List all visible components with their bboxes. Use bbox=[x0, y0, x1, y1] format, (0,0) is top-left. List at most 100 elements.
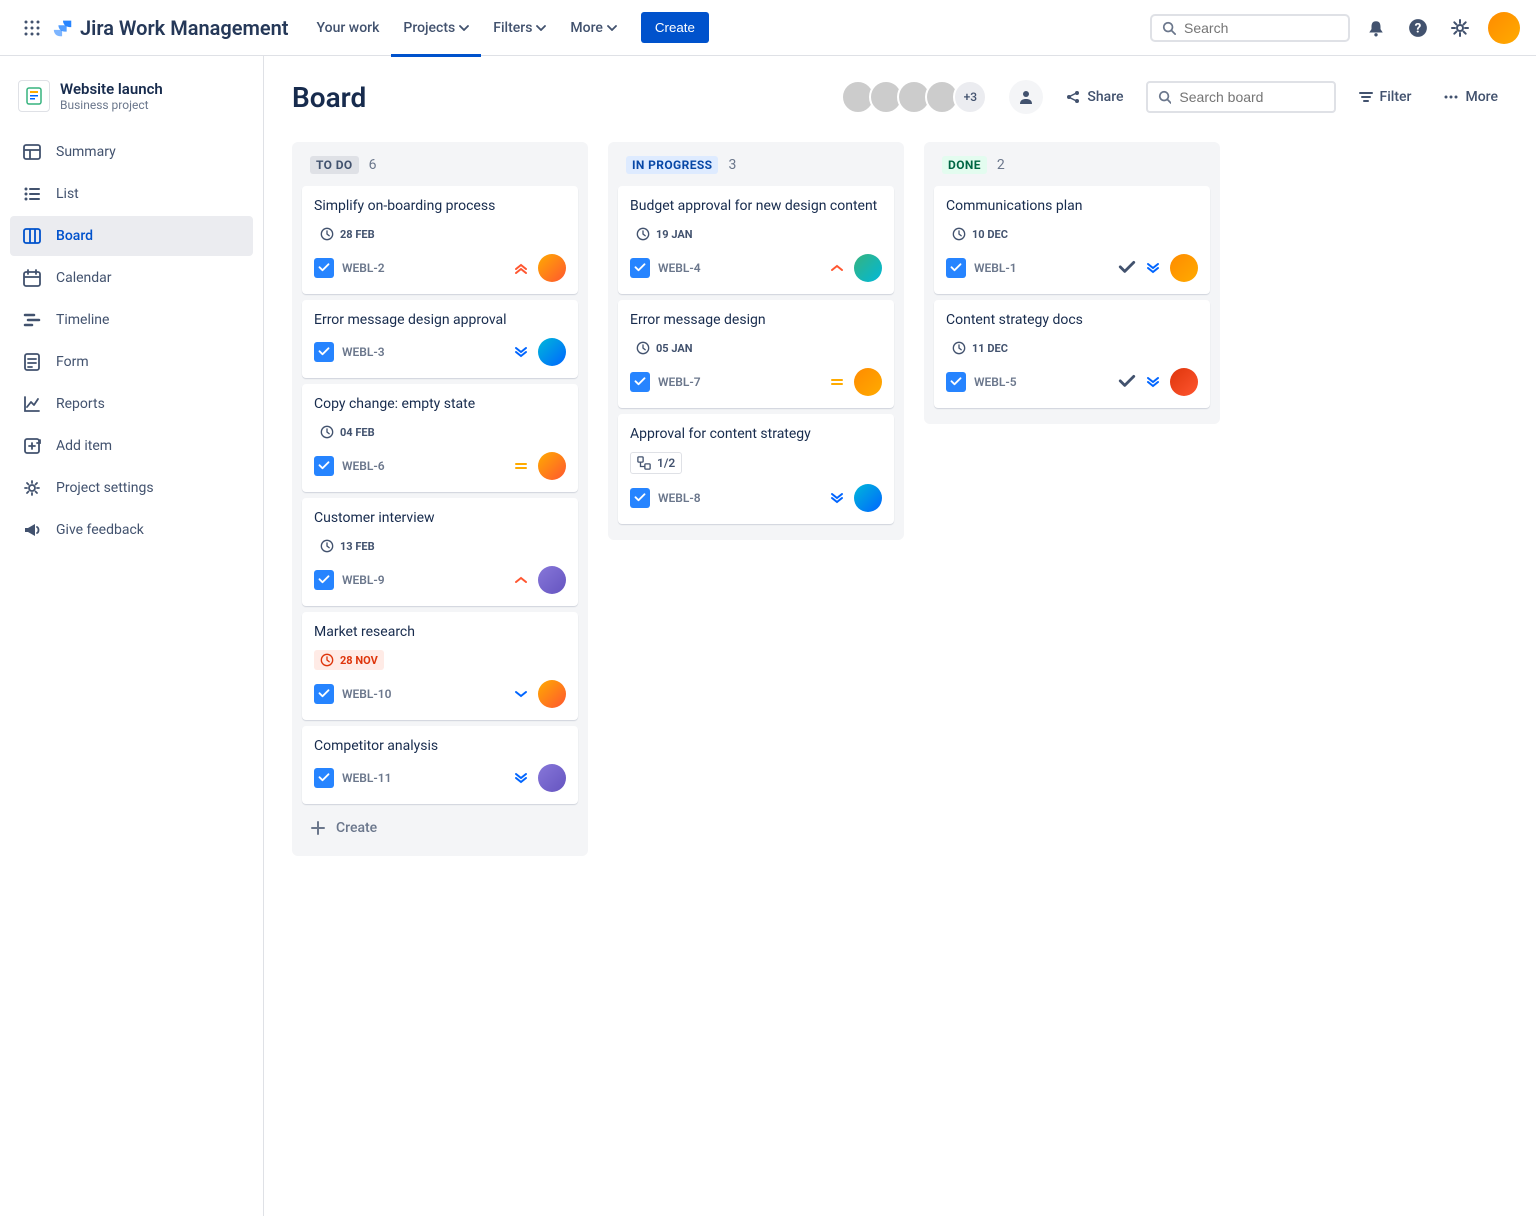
sidebar: Website launch Business project Summary L… bbox=[0, 56, 264, 1216]
assignee-avatar[interactable] bbox=[854, 484, 882, 512]
issue-key: WEBL-7 bbox=[658, 375, 701, 389]
nav-item-your-work[interactable]: Your work bbox=[305, 12, 392, 44]
assignee-avatar[interactable] bbox=[854, 254, 882, 282]
board-card[interactable]: Error message design 05 JAN WEBL-7 bbox=[618, 300, 894, 408]
app-switcher-icon[interactable] bbox=[16, 12, 48, 44]
profile-avatar[interactable] bbox=[1488, 12, 1520, 44]
date-badge: 19 JAN bbox=[630, 224, 699, 244]
column-inprogress: IN PROGRESS 3 Budget approval for new de… bbox=[608, 142, 904, 540]
assignee-avatar[interactable] bbox=[538, 452, 566, 480]
issue-type-icon bbox=[630, 258, 650, 278]
board-avatars[interactable]: +3 bbox=[847, 80, 987, 114]
assignee-avatar[interactable] bbox=[538, 338, 566, 366]
board-card[interactable]: Competitor analysis WEBL-11 bbox=[302, 726, 578, 804]
date-badge: 04 FEB bbox=[314, 422, 381, 442]
add-people-button[interactable] bbox=[1009, 80, 1043, 114]
sidebar-item-reports[interactable]: Reports bbox=[10, 384, 253, 424]
done-check-icon bbox=[1118, 373, 1136, 391]
date-badge: 10 DEC bbox=[946, 224, 1014, 244]
assignee-avatar[interactable] bbox=[854, 368, 882, 396]
sidebar-item-label: Timeline bbox=[56, 312, 109, 328]
column-count: 6 bbox=[369, 157, 377, 173]
board-card[interactable]: Customer interview 13 FEB WEBL-9 bbox=[302, 498, 578, 606]
sidebar-item-form[interactable]: Form bbox=[10, 342, 253, 382]
search-board-input[interactable] bbox=[1179, 89, 1323, 105]
nav-item-projects[interactable]: Projects bbox=[391, 12, 481, 44]
issue-type-icon bbox=[946, 258, 966, 278]
issue-key: WEBL-6 bbox=[342, 459, 385, 473]
board-card[interactable]: Approval for content strategy 1/2 WEBL-8 bbox=[618, 414, 894, 524]
column-title: IN PROGRESS bbox=[626, 156, 718, 174]
more-button[interactable]: More bbox=[1433, 83, 1508, 111]
card-title: Error message design approval bbox=[314, 312, 566, 328]
board-card[interactable]: Error message design approval WEBL-3 bbox=[302, 300, 578, 378]
project-name: Website launch bbox=[60, 80, 163, 98]
nav-item-filters[interactable]: Filters bbox=[481, 12, 558, 44]
search-icon bbox=[1158, 89, 1172, 105]
date-text: 28 FEB bbox=[340, 228, 375, 241]
sidebar-item-timeline[interactable]: Timeline bbox=[10, 300, 253, 340]
search-board-wrapper[interactable] bbox=[1146, 81, 1336, 113]
priority-icon bbox=[828, 489, 846, 507]
board-card[interactable]: Content strategy docs 11 DEC WEBL-5 bbox=[934, 300, 1210, 408]
card-title: Market research bbox=[314, 624, 566, 640]
search-icon bbox=[1162, 20, 1176, 36]
assignee-avatar[interactable] bbox=[1170, 254, 1198, 282]
sidebar-item-add-item[interactable]: Add item bbox=[10, 426, 253, 466]
sidebar-item-summary[interactable]: Summary bbox=[10, 132, 253, 172]
help-icon[interactable] bbox=[1402, 12, 1434, 44]
notifications-icon[interactable] bbox=[1360, 12, 1392, 44]
column-header: DONE 2 bbox=[934, 156, 1210, 186]
assignee-avatar[interactable] bbox=[538, 680, 566, 708]
sidebar-item-project-settings[interactable]: Project settings bbox=[10, 468, 253, 508]
card-title: Communications plan bbox=[946, 198, 1198, 214]
date-text: 19 JAN bbox=[656, 228, 693, 241]
settings-icon[interactable] bbox=[1444, 12, 1476, 44]
sidebar-item-list[interactable]: List bbox=[10, 174, 253, 214]
issue-type-icon bbox=[630, 488, 650, 508]
sidebar-item-board[interactable]: Board bbox=[10, 216, 253, 256]
board-card[interactable]: Market research 28 NOV WEBL-10 bbox=[302, 612, 578, 720]
sidebar-item-give-feedback[interactable]: Give feedback bbox=[10, 510, 253, 550]
create-button[interactable]: Create bbox=[641, 12, 709, 43]
product-name: Jira Work Management bbox=[80, 16, 289, 40]
list-icon bbox=[22, 184, 42, 204]
card-title: Copy change: empty state bbox=[314, 396, 566, 412]
board-card[interactable]: Simplify on-boarding process 28 FEB WEBL… bbox=[302, 186, 578, 294]
share-label: Share bbox=[1087, 89, 1123, 105]
filter-button[interactable]: Filter bbox=[1348, 83, 1422, 111]
card-title: Simplify on-boarding process bbox=[314, 198, 566, 214]
nav-item-label: More bbox=[570, 20, 603, 36]
date-text: 10 DEC bbox=[972, 228, 1008, 241]
assignee-avatar[interactable] bbox=[1170, 368, 1198, 396]
date-text: 28 NOV bbox=[340, 654, 378, 667]
priority-icon bbox=[1144, 259, 1162, 277]
sidebar-item-label: List bbox=[56, 186, 79, 202]
board-card[interactable]: Copy change: empty state 04 FEB WEBL-6 bbox=[302, 384, 578, 492]
assignee-avatar[interactable] bbox=[538, 764, 566, 792]
search-input-wrapper[interactable] bbox=[1150, 14, 1350, 42]
share-button[interactable]: Share bbox=[1055, 83, 1133, 111]
assignee-avatar[interactable] bbox=[538, 566, 566, 594]
page-title: Board bbox=[292, 81, 366, 114]
nav-item-label: Your work bbox=[317, 20, 380, 36]
avatar-overflow[interactable]: +3 bbox=[953, 80, 987, 114]
plus-icon bbox=[310, 820, 326, 836]
project-header[interactable]: Website launch Business project bbox=[10, 76, 253, 132]
sidebar-item-calendar[interactable]: Calendar bbox=[10, 258, 253, 298]
create-card-button[interactable]: Create bbox=[302, 810, 578, 846]
search-input[interactable] bbox=[1184, 20, 1338, 36]
issue-type-icon bbox=[314, 570, 334, 590]
date-badge: 05 JAN bbox=[630, 338, 699, 358]
nav-item-more[interactable]: More bbox=[558, 12, 629, 44]
board-card[interactable]: Budget approval for new design content 1… bbox=[618, 186, 894, 294]
assignee-avatar[interactable] bbox=[538, 254, 566, 282]
board-card[interactable]: Communications plan 10 DEC WEBL-1 bbox=[934, 186, 1210, 294]
chevron-down-icon bbox=[459, 25, 469, 31]
form-icon bbox=[22, 352, 42, 372]
sidebar-item-label: Reports bbox=[56, 396, 105, 412]
nav-item-label: Filters bbox=[493, 20, 532, 36]
priority-icon bbox=[512, 343, 530, 361]
issue-key: WEBL-10 bbox=[342, 687, 392, 701]
product-logo[interactable]: Jira Work Management bbox=[52, 16, 289, 40]
